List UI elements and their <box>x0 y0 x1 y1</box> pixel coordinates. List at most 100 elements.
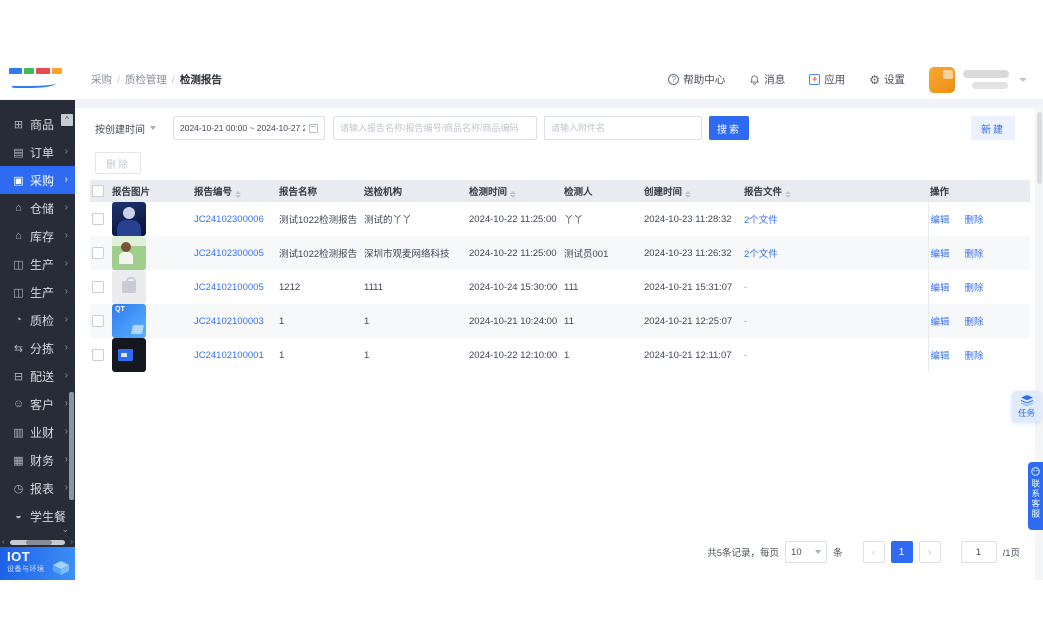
brand-logo[interactable] <box>0 60 75 100</box>
report-thumbnail[interactable] <box>112 236 146 270</box>
sidebar-item-quality[interactable]: ◔ 质检 › <box>0 306 75 334</box>
sidebar-item-purchase[interactable]: ▣ 采购 › <box>0 166 75 194</box>
sidebar-vertical-scrollbar[interactable] <box>69 392 74 500</box>
report-files-link[interactable]: 2个文件 <box>744 215 778 226</box>
delete-link[interactable]: 删除 <box>965 283 984 294</box>
date-range-value[interactable] <box>180 123 305 133</box>
scroll-right-icon[interactable]: › <box>70 537 73 546</box>
messages-button[interactable]: 消息 <box>749 72 785 87</box>
report-thumbnail[interactable] <box>112 338 146 372</box>
sidebar-item-order[interactable]: ▤ 订单 › <box>0 138 75 166</box>
column-header[interactable]: 创建时间 <box>642 180 742 202</box>
report-no-link[interactable]: JC24102300005 <box>194 248 264 259</box>
time-field-select[interactable]: 按创建时间 <box>95 121 173 136</box>
attachment-input[interactable] <box>545 117 701 139</box>
sort-icon[interactable] <box>785 191 792 198</box>
attachment-search-field[interactable] <box>544 116 702 140</box>
keyword-search-field[interactable] <box>333 116 537 140</box>
scroll-left-icon[interactable]: ‹ <box>2 537 5 546</box>
page-jump-input[interactable] <box>960 541 997 563</box>
test-time-cell: 2024-10-22 12:10:00 <box>469 349 558 361</box>
delete-link[interactable]: 删除 <box>965 215 984 226</box>
sort-icon[interactable] <box>685 191 692 198</box>
row-checkbox-cell <box>90 236 110 270</box>
edit-link[interactable]: 编辑 <box>931 215 950 226</box>
sidebar-item-inventory[interactable]: ⌂ 库存 › <box>0 222 75 250</box>
report-no-link[interactable]: JC24102300006 <box>194 214 264 225</box>
report-thumbnail[interactable] <box>112 304 146 338</box>
row-checkbox[interactable] <box>92 349 104 361</box>
row-checkbox-cell <box>90 202 110 236</box>
search-button[interactable]: 搜索 <box>709 116 749 140</box>
delete-link[interactable]: 删除 <box>965 317 984 328</box>
sidebar-item-label: 客户 <box>30 397 55 412</box>
row-checkbox[interactable] <box>92 281 104 293</box>
report-no-link[interactable]: JC24102100005 <box>194 282 264 293</box>
apps-button[interactable]: + 应用 <box>809 72 845 87</box>
created-time-cell: 2024-10-21 12:11:07 <box>644 349 732 361</box>
sort-icon[interactable] <box>235 191 242 198</box>
column-header[interactable]: 报告编号 <box>192 180 277 202</box>
user-menu[interactable] <box>929 66 1027 93</box>
keyword-input[interactable] <box>334 117 536 139</box>
sidebar-item-label: 采购 <box>30 173 55 188</box>
column-header[interactable]: 报告文件 <box>742 180 928 202</box>
breadcrumb-item[interactable]: 采购 <box>91 72 112 87</box>
report-no-link[interactable]: JC24102100001 <box>194 350 264 361</box>
chevron-right-icon: › <box>64 314 68 325</box>
sidebar-item-production[interactable]: ◫ 生产 › <box>0 278 75 306</box>
sidebar-item-business-finance[interactable]: ▥ 业财 › <box>0 418 75 446</box>
batch-delete-button[interactable]: 删除 <box>95 152 141 174</box>
create-button[interactable]: 新建 <box>971 116 1015 140</box>
row-checkbox-cell <box>90 338 110 372</box>
header-checkbox-cell <box>90 180 110 202</box>
files-cell: 2个文件 <box>742 236 928 270</box>
sidebar-item-finance[interactable]: ▦ 财务 › <box>0 446 75 474</box>
report-name-cell: 测试1022检测报告 <box>279 249 358 260</box>
report-no-link[interactable]: JC24102100003 <box>194 316 264 327</box>
edit-link[interactable]: 编辑 <box>931 249 950 260</box>
tasks-floating-button[interactable]: 任务 <box>1012 391 1041 422</box>
page-size-select[interactable]: 10 <box>785 541 828 563</box>
edit-link[interactable]: 编辑 <box>931 283 950 294</box>
row-checkbox[interactable] <box>92 213 104 225</box>
tester-cell: 111 <box>564 281 579 293</box>
iot-module-entry[interactable]: IOT 设备与环境 <box>0 547 75 580</box>
settings-button[interactable]: ⚙ 设置 <box>869 72 905 87</box>
sort-icon[interactable] <box>510 191 517 198</box>
edit-link[interactable]: 编辑 <box>931 351 950 362</box>
sidebar-item-report[interactable]: ◷ 报表 › <box>0 474 75 502</box>
select-all-checkbox[interactable] <box>92 185 104 197</box>
sidebar-item-label: 配送 <box>30 369 55 384</box>
report-files-link[interactable]: 2个文件 <box>744 249 778 260</box>
sidebar-item-sorting[interactable]: ⇆ 分拣 › <box>0 334 75 362</box>
sidebar-item-production[interactable]: ◫ 生产 › <box>0 250 75 278</box>
next-page-button[interactable]: › <box>918 541 941 563</box>
help-center-button[interactable]: ? 帮助中心 <box>668 72 725 87</box>
smiley-icon <box>1031 467 1040 476</box>
date-range-input[interactable] <box>173 116 325 140</box>
sidebar-item-customer[interactable]: ☺ 客户 › <box>0 390 75 418</box>
sidebar-scroll-down-icon[interactable]: ⌄ <box>61 524 69 535</box>
sidebar-horizontal-scrollbar[interactable]: ‹ › <box>0 537 75 547</box>
page-1-button[interactable]: 1 <box>890 541 913 563</box>
scrollbar-thumb[interactable] <box>1036 112 1042 184</box>
report-thumbnail[interactable] <box>112 270 146 304</box>
sidebar-item-label: 库存 <box>30 229 55 244</box>
column-header-label: 报告名称 <box>279 187 318 198</box>
sidebar-scroll-up-button[interactable]: ^ <box>61 114 73 126</box>
column-header[interactable]: 检测时间 <box>467 180 562 202</box>
agency-cell: 深圳市观麦网络科技 <box>364 249 450 260</box>
contact-support-floating-button[interactable]: 联系客服 <box>1028 462 1043 530</box>
report-thumbnail[interactable] <box>112 202 146 236</box>
delete-link[interactable]: 删除 <box>965 249 984 260</box>
breadcrumb-item[interactable]: 质检管理 <box>125 72 167 87</box>
scrollbar-thumb[interactable] <box>26 540 52 545</box>
sidebar-item-warehouse[interactable]: ⌂ 仓储 › <box>0 194 75 222</box>
sidebar-item-delivery[interactable]: ⊟ 配送 › <box>0 362 75 390</box>
edit-link[interactable]: 编辑 <box>931 317 950 328</box>
row-checkbox[interactable] <box>92 315 104 327</box>
delete-link[interactable]: 删除 <box>965 351 984 362</box>
row-checkbox[interactable] <box>92 247 104 259</box>
prev-page-button[interactable]: ‹ <box>862 541 885 563</box>
